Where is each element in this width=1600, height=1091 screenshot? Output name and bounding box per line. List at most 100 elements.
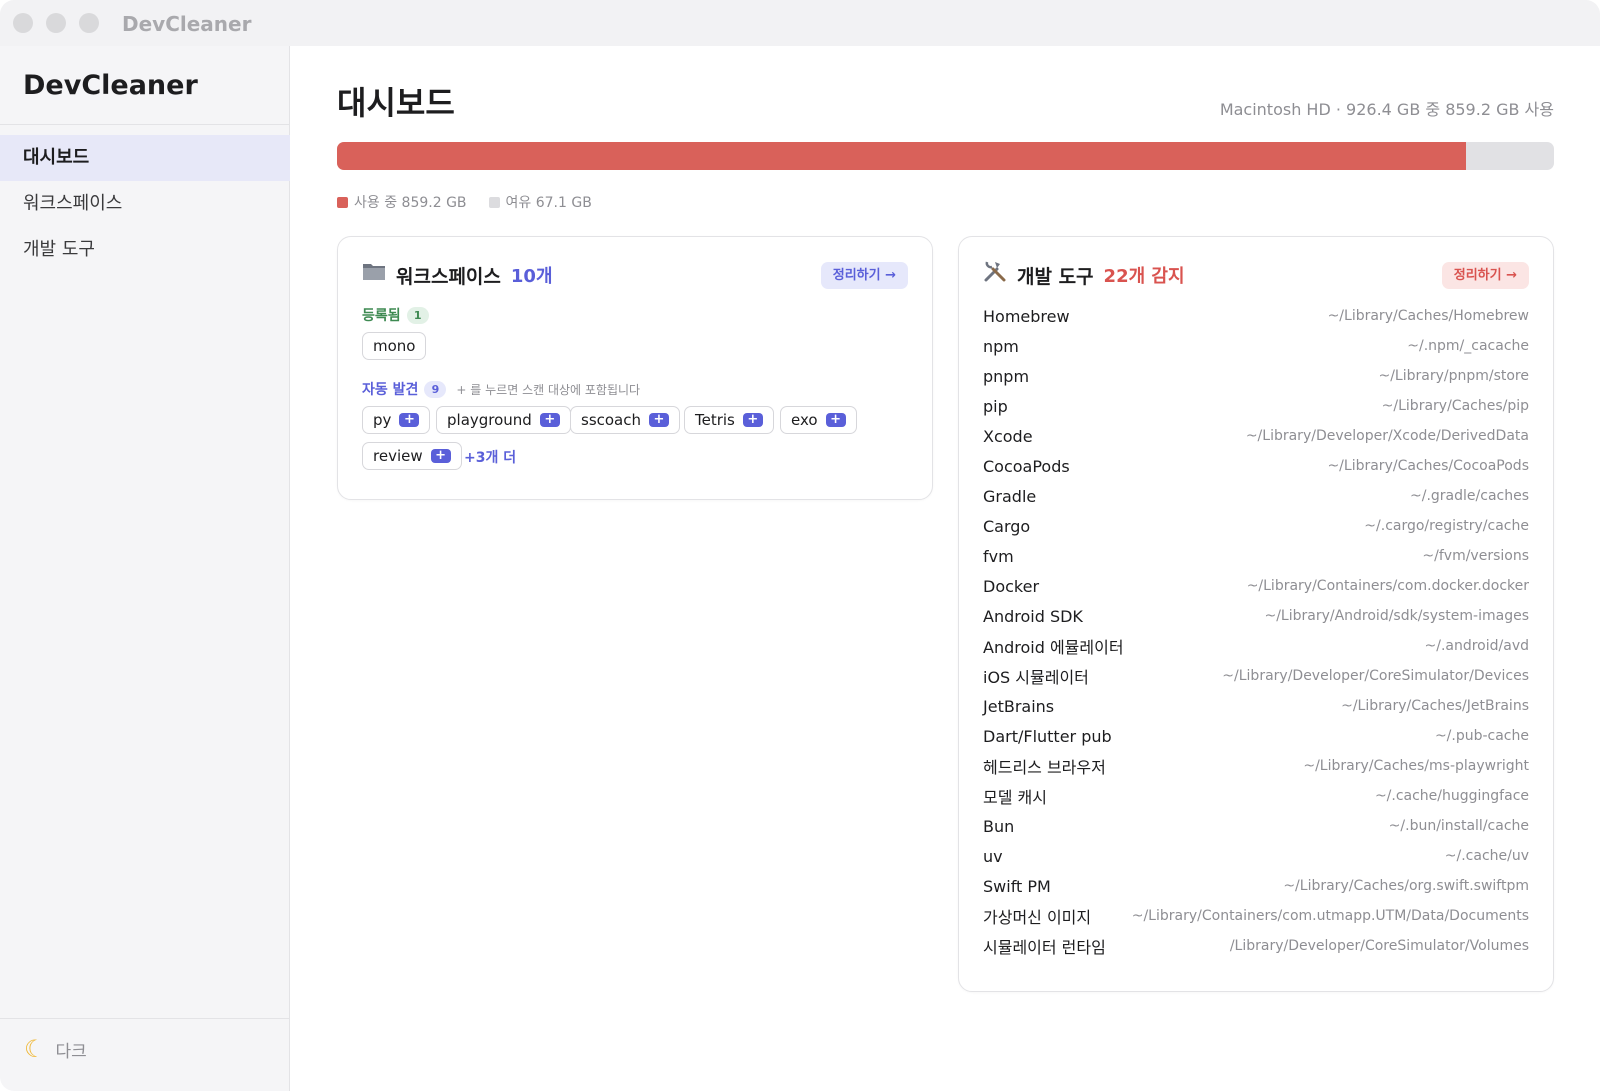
- tool-name: pip: [983, 396, 1008, 416]
- tool-row[interactable]: Gradle ~/.gradle/caches: [983, 481, 1529, 511]
- disk-usage-bar: [337, 142, 1554, 170]
- theme-toggle[interactable]: ☾ 다크: [24, 1031, 87, 1067]
- tool-name: Xcode: [983, 426, 1033, 446]
- tool-row[interactable]: Xcode ~/Library/Developer/Xcode/DerivedDa…: [983, 421, 1529, 451]
- tool-path: /Library/Developer/CoreSimulator/Volumes: [1229, 938, 1529, 954]
- registered-section-label: 등록됨 1: [362, 305, 429, 325]
- workspace-card: 워크스페이스 10개 정리하기 → 등록됨 1 mono 자동 발견 9 + 를…: [337, 236, 933, 500]
- tool-row[interactable]: pip ~/Library/Caches/pip: [983, 391, 1529, 421]
- chip-label: Tetris: [695, 411, 735, 429]
- chip-label: exo: [791, 411, 818, 429]
- sidebar-item-dashboard[interactable]: 대시보드: [0, 135, 290, 181]
- tool-name: Cargo: [983, 516, 1031, 536]
- auto-discovered-section-label: 자동 발견 9 + 를 누르면 스캔 대상에 포함됩니다: [362, 379, 640, 399]
- tool-path: ~/.cargo/registry/cache: [1364, 518, 1529, 534]
- tool-path: ~/.bun/install/cache: [1388, 818, 1529, 834]
- workspace-chip-playground: playground +: [436, 406, 571, 434]
- workspace-chip-mono[interactable]: mono: [362, 332, 427, 360]
- tool-path: ~/Library/Caches/org.swift.swiftpm: [1283, 878, 1529, 894]
- devtools-card-header: 개발 도구 22개 감지: [983, 261, 1185, 289]
- tool-name: Android 에뮬레이터: [983, 638, 1124, 657]
- legend-free: 여유 67.1 GB: [488, 192, 592, 212]
- tool-path: ~/Library/Developer/Xcode/DerivedData: [1245, 428, 1529, 444]
- show-more-link[interactable]: +3개 더: [464, 447, 516, 467]
- add-workspace-button[interactable]: +: [539, 413, 560, 427]
- tool-path: ~/.pub-cache: [1434, 728, 1529, 744]
- tool-row[interactable]: Android SDK ~/Library/Android/sdk/system-…: [983, 601, 1529, 631]
- auto-label: 자동 발견: [362, 382, 419, 398]
- devtools-count: 22개 감지: [1103, 266, 1185, 287]
- chip-label: review: [373, 447, 423, 465]
- tool-name: 모델 캐시: [983, 788, 1047, 807]
- tool-path: ~/Library/Caches/ms-playwright: [1303, 758, 1529, 774]
- tool-name: 가상머신 이미지: [983, 908, 1092, 927]
- tool-row[interactable]: 시뮬레이터 런타임/Library/Developer/CoreSimulato…: [983, 931, 1529, 961]
- tool-row[interactable]: Dart/Flutter pub ~/.pub-cache: [983, 721, 1529, 751]
- add-workspace-button[interactable]: +: [825, 413, 846, 427]
- devtools-clean-button[interactable]: 정리하기 →: [1441, 262, 1529, 289]
- tool-row[interactable]: iOS 시뮬레이터 ~/Library/Developer/CoreSimulat…: [983, 661, 1529, 691]
- tool-path: ~/.npm/_cacache: [1407, 338, 1529, 354]
- tool-name: npm: [983, 336, 1019, 356]
- moon-icon: ☾: [24, 1035, 46, 1063]
- tool-name: Homebrew: [983, 306, 1070, 326]
- workspace-chip-py: py +: [362, 406, 431, 434]
- tool-row[interactable]: Swift PM ~/Library/Caches/org.swift.swift…: [983, 871, 1529, 901]
- tool-name: uv: [983, 846, 1003, 866]
- page-title: 대시보드: [337, 84, 455, 122]
- chip-label: sscoach: [581, 411, 641, 429]
- tool-row[interactable]: uv ~/.cache/uv: [983, 841, 1529, 871]
- legend-used: 사용 중 859.2 GB: [337, 192, 467, 212]
- tool-row[interactable]: Cargo ~/.cargo/registry/cache: [983, 511, 1529, 541]
- tool-name: pnpm: [983, 366, 1030, 386]
- tool-row[interactable]: CocoaPods ~/Library/Caches/CocoaPods: [983, 451, 1529, 481]
- tool-row[interactable]: 헤드리스 브라우저 ~/Library/Caches/ms-playwright: [983, 751, 1529, 781]
- add-workspace-button[interactable]: +: [430, 449, 451, 463]
- tool-row[interactable]: 가상머신 이미지 ~/Library/Containers/com.utmapp.…: [983, 901, 1529, 931]
- tool-name: Dart/Flutter pub: [983, 726, 1112, 746]
- add-workspace-button[interactable]: +: [399, 413, 420, 427]
- tool-row[interactable]: npm ~/.npm/_cacache: [983, 331, 1529, 361]
- app-window: DevCleaner DevCleaner 대시보드 워크스페이스 개발 도구 …: [0, 0, 1600, 1091]
- tool-path: ~/Library/Containers/com.utmapp.UTM/Data…: [1131, 908, 1529, 924]
- devtools-card: 개발 도구 22개 감지 정리하기 → Homebrew ~/Library/Ca…: [958, 236, 1554, 992]
- add-workspace-button[interactable]: +: [742, 413, 763, 427]
- zoom-window-button[interactable]: [79, 13, 99, 33]
- tool-row[interactable]: fvm ~/fvm/versions: [983, 541, 1529, 571]
- tool-path: ~/.gradle/caches: [1410, 488, 1529, 504]
- tools-icon: [983, 259, 1007, 291]
- disk-usage-fill: [337, 142, 1466, 170]
- chip-label: mono: [373, 337, 416, 355]
- tool-name: Android SDK: [983, 606, 1083, 626]
- tool-row[interactable]: 모델 캐시 ~/.cache/huggingface: [983, 781, 1529, 811]
- tool-name: CocoaPods: [983, 456, 1070, 476]
- sidebar-item-dev-tools[interactable]: 개발 도구: [0, 227, 290, 273]
- tool-name: Gradle: [983, 486, 1037, 506]
- tool-row[interactable]: JetBrains ~/Library/Caches/JetBrains: [983, 691, 1529, 721]
- workspace-count: 10개: [510, 266, 553, 287]
- sidebar: DevCleaner 대시보드 워크스페이스 개발 도구 ☾ 다크: [0, 46, 290, 1091]
- tool-name: JetBrains: [983, 696, 1055, 716]
- tool-row[interactable]: Homebrew ~/Library/Caches/Homebrew: [983, 301, 1529, 331]
- main-content: 대시보드 Macintosh HD · 926.4 GB 중 859.2 GB …: [290, 46, 1600, 1091]
- tool-row[interactable]: Bun ~/.bun/install/cache: [983, 811, 1529, 841]
- tool-row[interactable]: Android 에뮬레이터 ~/.android/avd: [983, 631, 1529, 661]
- tool-row[interactable]: pnpm ~/Library/pnpm/store: [983, 361, 1529, 391]
- tool-path: ~/fvm/versions: [1422, 548, 1529, 564]
- tool-name: iOS 시뮬레이터: [983, 668, 1089, 687]
- tool-path: ~/Library/Caches/Homebrew: [1327, 308, 1529, 324]
- tool-row[interactable]: Docker ~/Library/Containers/com.docker.do…: [983, 571, 1529, 601]
- tool-name: fvm: [983, 546, 1014, 566]
- minimize-window-button[interactable]: [46, 13, 66, 33]
- tool-path: ~/Library/Android/sdk/system-images: [1264, 608, 1529, 624]
- tool-path: ~/Library/Containers/com.docker.docker: [1246, 578, 1529, 594]
- add-workspace-button[interactable]: +: [649, 413, 669, 427]
- auto-count-badge: 9: [424, 380, 447, 398]
- close-window-button[interactable]: [13, 13, 33, 33]
- tool-path: ~/.cache/uv: [1444, 848, 1529, 864]
- chip-label: playground: [447, 411, 532, 429]
- sidebar-item-workspaces[interactable]: 워크스페이스: [0, 181, 290, 227]
- workspace-clean-button[interactable]: 정리하기 →: [820, 262, 908, 289]
- workspace-chip-exo: exo +: [780, 406, 857, 434]
- tool-name: Bun: [983, 816, 1015, 836]
